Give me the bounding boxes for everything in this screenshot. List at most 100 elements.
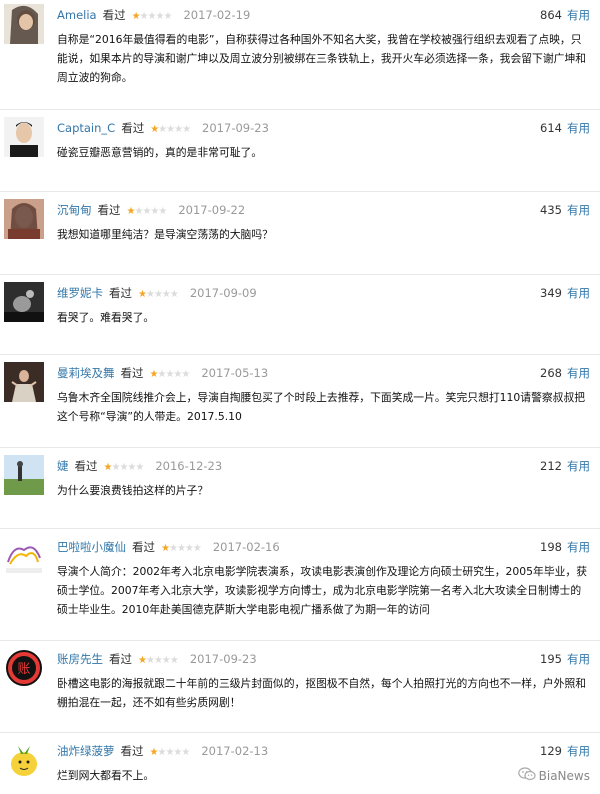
- review-date: 2017-02-13: [201, 744, 269, 758]
- star-filled-icon: ★: [138, 655, 147, 666]
- seen-label: 看过: [102, 8, 126, 22]
- star-empty-icon: ★: [163, 11, 172, 22]
- vote-count: 198: [540, 540, 562, 554]
- review-text: 自称是“2016年最值得看的电影”，自称获得过各种国外不知名大奖，我曾在学校被强…: [57, 33, 587, 84]
- seen-label: 看过: [97, 203, 121, 217]
- review-date: 2017-09-22: [178, 203, 246, 217]
- seen-label: 看过: [132, 540, 155, 554]
- rating-stars: ★★★★★: [104, 460, 145, 476]
- divider: [0, 732, 600, 733]
- useful-button[interactable]: 有用: [567, 203, 590, 217]
- seen-label: 看过: [120, 744, 144, 758]
- vote-count: 268: [540, 366, 562, 380]
- star-filled-icon: ★: [138, 289, 147, 300]
- avatar[interactable]: [4, 117, 44, 157]
- star-empty-icon: ★: [153, 289, 163, 300]
- watermark: BiaNews: [517, 766, 590, 787]
- username-link[interactable]: 账房先生: [57, 652, 103, 666]
- star-empty-icon: ★: [139, 11, 149, 22]
- username-link[interactable]: Amelia: [57, 8, 97, 22]
- vote-count: 195: [540, 652, 562, 666]
- useful-button[interactable]: 有用: [567, 286, 590, 300]
- review-date: 2017-09-09: [189, 286, 257, 300]
- username-link[interactable]: Captain_C: [57, 121, 115, 135]
- useful-button[interactable]: 有用: [567, 744, 590, 758]
- avatar[interactable]: [4, 455, 44, 495]
- useful-button[interactable]: 有用: [567, 459, 590, 473]
- avatar[interactable]: [4, 199, 44, 239]
- avatar[interactable]: [4, 536, 44, 576]
- review-text: 碰瓷豆瓣恶意营销的，真的是非常可耻了。: [57, 146, 263, 159]
- review-header: 沉甸甸 看过 ★★★★★ 2017-09-22: [57, 202, 245, 218]
- seen-label: 看过: [74, 459, 98, 473]
- star-empty-icon: ★: [135, 462, 144, 473]
- divider: [0, 274, 600, 275]
- rating-stars: ★★★★★: [150, 122, 191, 138]
- review-header: 账房先生 看过 ★★★★★ 2017-09-23: [57, 651, 257, 667]
- star-filled-icon: ★: [161, 543, 170, 554]
- review-text: 卧槽这电影的海报就跟二十年前的三级片封面似的，抠图极不自然，每个人拍照打光的方向…: [57, 677, 587, 709]
- useful-button[interactable]: 有用: [567, 121, 590, 135]
- username-link[interactable]: 曼莉埃及舞: [57, 366, 115, 380]
- svg-text:账: 账: [17, 662, 30, 677]
- star-empty-icon: ★: [181, 369, 190, 380]
- divider: [0, 640, 600, 641]
- review-header: Amelia 看过 ★★★★★ 2017-02-19: [57, 7, 250, 23]
- review-date: 2017-05-13: [201, 366, 269, 380]
- avatar[interactable]: [4, 282, 44, 322]
- star-empty-icon: ★: [181, 747, 190, 758]
- avatar[interactable]: 账: [4, 648, 44, 688]
- star-empty-icon: ★: [147, 11, 157, 22]
- star-empty-icon: ★: [158, 206, 167, 217]
- divider: [0, 528, 600, 529]
- review-text: 烂到网大都看不上。: [57, 769, 155, 782]
- wechat-icon: [517, 766, 536, 787]
- review-text: 为什么要浪费钱拍这样的片子？: [57, 484, 209, 497]
- star-empty-icon: ★: [169, 289, 179, 300]
- username-link[interactable]: 油炸绿菠萝: [57, 744, 115, 758]
- review-date: 2017-09-23: [189, 652, 257, 666]
- avatar[interactable]: [4, 740, 44, 780]
- useful-button[interactable]: 有用: [567, 540, 590, 554]
- review-header: 曼莉埃及舞 看过 ★★★★★ 2017-05-13: [57, 365, 268, 381]
- star-empty-icon: ★: [169, 655, 179, 666]
- username-link[interactable]: 沉甸甸: [57, 203, 92, 217]
- divider: [0, 191, 600, 192]
- vote-count: 614: [540, 121, 562, 135]
- review-header: 婕看过 ★★★★★ 2016-12-23: [57, 458, 222, 474]
- star-empty-icon: ★: [174, 124, 183, 135]
- review-header: 维罗妮卡 看过 ★★★★★ 2017-09-09: [57, 285, 257, 301]
- vote-area: 268 有用: [540, 365, 590, 381]
- username-link[interactable]: 婕: [57, 459, 69, 473]
- vote-area: 198 有用: [540, 539, 590, 555]
- review-header: Captain_C 看过 ★★★★★ 2017-09-23: [57, 120, 269, 136]
- star-empty-icon: ★: [158, 124, 167, 135]
- username-link[interactable]: 巴啦啦小魔仙: [57, 540, 126, 554]
- vote-area: 864 有用: [540, 7, 590, 23]
- vote-count: 864: [540, 8, 562, 22]
- star-empty-icon: ★: [176, 543, 186, 554]
- useful-button[interactable]: 有用: [567, 8, 590, 22]
- vote-count: 349: [540, 286, 562, 300]
- useful-button[interactable]: 有用: [567, 652, 590, 666]
- review-header: 油炸绿菠萝 看过 ★★★★★ 2017-02-13: [57, 743, 268, 759]
- review-text: 乌鲁木齐全国院线推介会上，导演自掏腰包买了个时段上去推荐，下面笑成一片。笑完只想…: [57, 391, 586, 423]
- vote-area: 129 有用: [540, 743, 590, 759]
- star-empty-icon: ★: [161, 655, 171, 666]
- review-date: 2017-02-16: [212, 540, 280, 554]
- star-empty-icon: ★: [182, 124, 191, 135]
- review-text: 我想知道哪里纯洁？是导演空荡荡的大脑吗？: [57, 228, 273, 241]
- divider: [0, 109, 600, 110]
- review-text: 看哭了。难看哭了。: [57, 311, 155, 324]
- review-date: 2017-02-19: [183, 8, 251, 22]
- rating-stars: ★★★★★: [150, 745, 191, 761]
- review-date: 2016-12-23: [155, 459, 223, 473]
- rating-stars: ★★★★★: [132, 9, 173, 25]
- useful-button[interactable]: 有用: [567, 366, 590, 380]
- username-link[interactable]: 维罗妮卡: [57, 286, 103, 300]
- vote-area: 349 有用: [540, 285, 590, 301]
- avatar[interactable]: [4, 362, 44, 402]
- avatar[interactable]: [4, 4, 44, 44]
- divider: [0, 447, 600, 448]
- seen-label: 看过: [109, 286, 132, 300]
